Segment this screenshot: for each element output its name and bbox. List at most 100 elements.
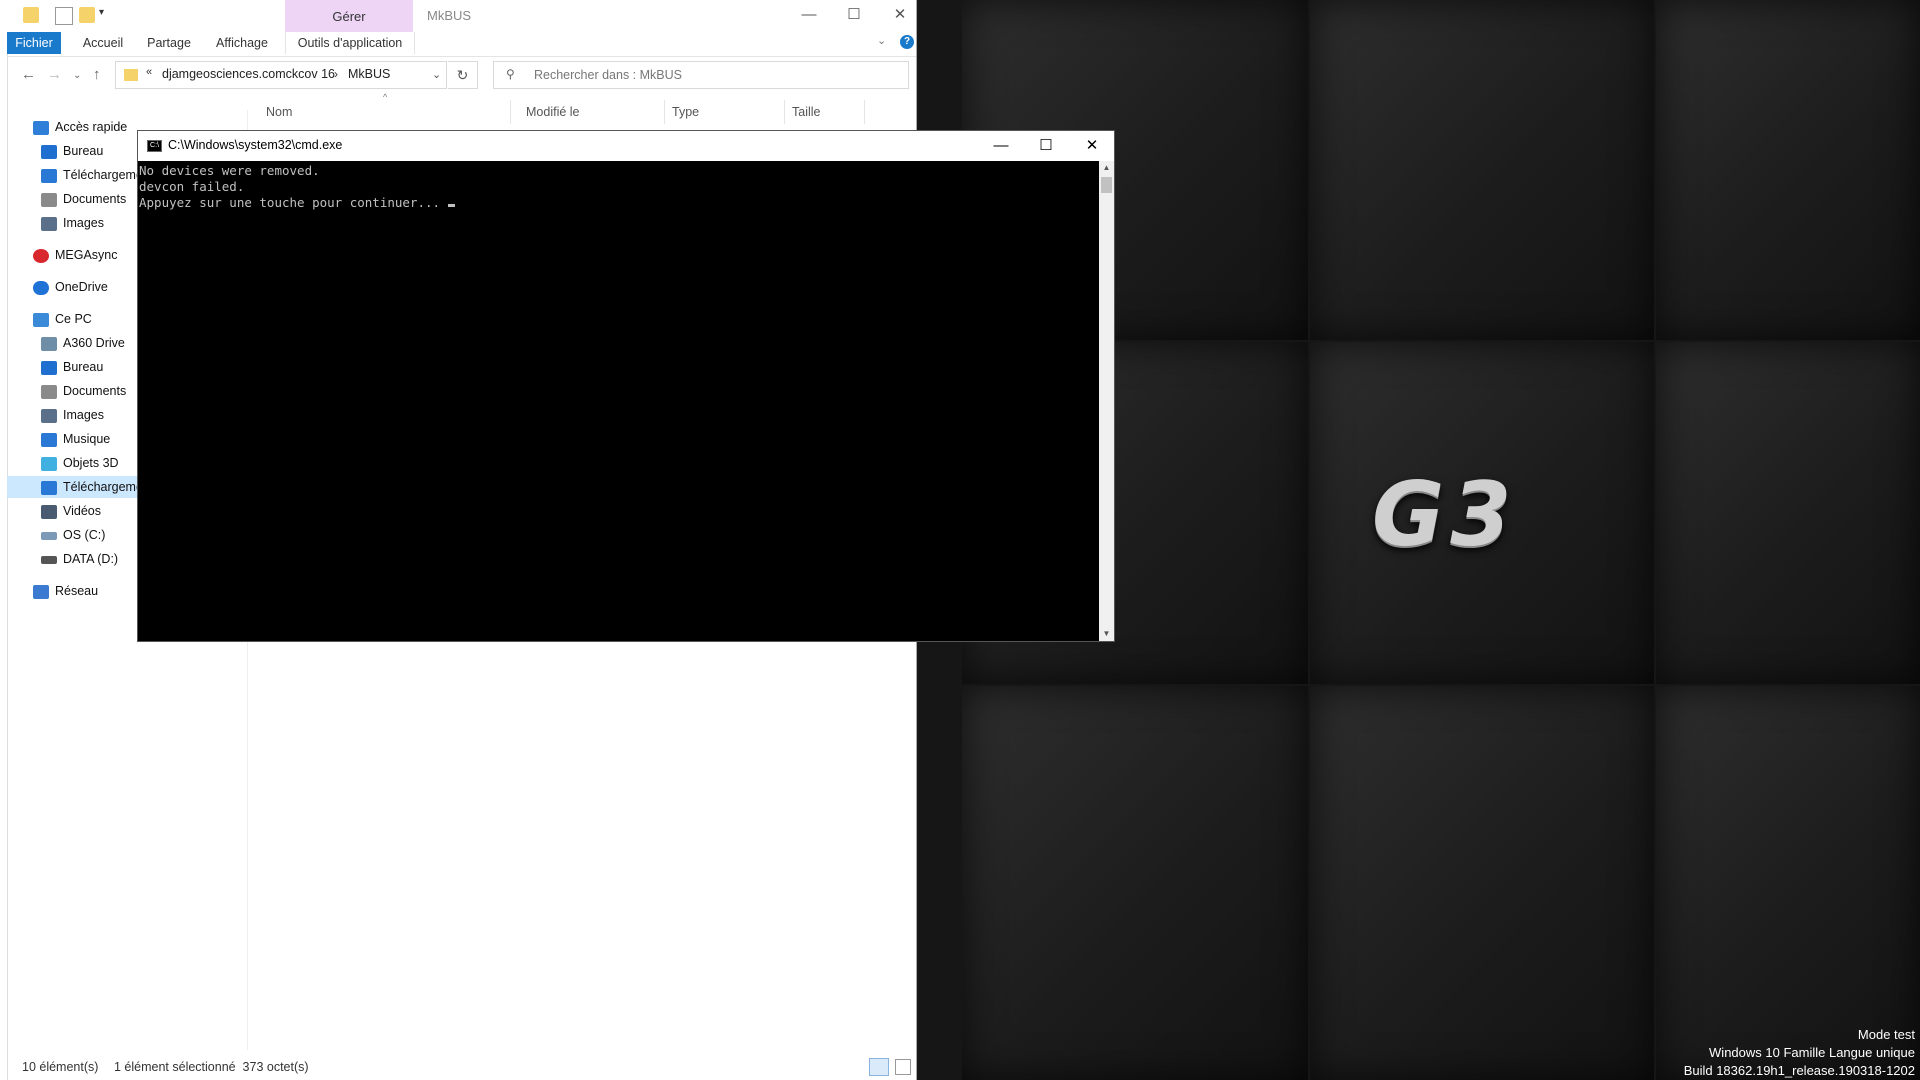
search-icon: ⚲ — [506, 67, 515, 81]
nav-item-acces-rapide[interactable]: Accès rapide — [33, 116, 127, 138]
cube-icon — [41, 456, 57, 471]
tab-partage[interactable]: Partage — [141, 32, 197, 54]
cmd-titlebar[interactable]: C:\ C:\Windows\system32\cmd.exe — ☐ ✕ — [138, 131, 1114, 161]
tab-affichage[interactable]: Affichage — [207, 32, 277, 54]
nav-item-onedrive[interactable]: OneDrive — [33, 276, 108, 298]
nav-item-data-d[interactable]: DATA (D:) — [41, 548, 118, 570]
nav-item-reseau[interactable]: Réseau — [33, 580, 98, 602]
back-arrow-icon[interactable]: ← — [21, 66, 36, 83]
nav-item-label: Téléchargements — [63, 480, 137, 494]
address-dropdown-icon[interactable]: ⌄ — [432, 68, 441, 81]
maximize-button[interactable]: ☐ — [1023, 131, 1069, 161]
details-view-icon[interactable] — [869, 1058, 889, 1076]
column-divider[interactable] — [784, 100, 785, 124]
breadcrumb-item[interactable]: djamgeosciences.comckcov 16 — [162, 67, 335, 81]
nav-item-images[interactable]: Images — [41, 212, 104, 234]
drive-icon — [41, 336, 57, 351]
wallpaper-tile — [1310, 0, 1654, 340]
console-line: devcon failed. — [139, 179, 245, 194]
nav-item-label: Musique — [63, 432, 111, 446]
up-arrow-icon[interactable]: ↑ — [93, 66, 101, 83]
recent-locations-chevron-icon[interactable]: ⌄ — [73, 70, 81, 81]
column-headers: ^ Nom Modifié le Type Taille — [248, 92, 916, 124]
nav-item-videos[interactable]: Vidéos — [41, 500, 101, 522]
nav-item-label: Images — [63, 216, 104, 230]
column-header-type[interactable]: Type — [672, 105, 699, 119]
refresh-icon[interactable]: ↻ — [448, 61, 478, 89]
wallpaper-tile — [1656, 0, 1920, 340]
nav-item-objets-3d[interactable]: Objets 3D — [41, 452, 119, 474]
nav-item-label: MEGAsync — [55, 248, 118, 262]
nav-item-os-c[interactable]: OS (C:) — [41, 524, 105, 546]
search-input[interactable]: ⚲ Rechercher dans : MkBUS — [493, 61, 909, 89]
scrollbar-thumb[interactable] — [1101, 177, 1112, 193]
document-icon — [41, 384, 57, 399]
nav-item-a360-drive[interactable]: A360 Drive — [41, 332, 125, 354]
nav-item-telechargements-selected[interactable]: Téléchargements — [7, 476, 137, 498]
console-prompt-line: Appuyez sur une touche pour continuer... — [139, 195, 1098, 211]
watermark-line: Mode test — [1857, 1027, 1915, 1042]
column-divider[interactable] — [864, 100, 865, 124]
maximize-button[interactable]: ☐ — [831, 0, 877, 30]
close-button[interactable]: ✕ — [877, 0, 923, 30]
contextual-tab-group-gerer: Gérer — [285, 0, 413, 32]
console-output[interactable]: No devices were removed. devcon failed. … — [138, 161, 1099, 641]
nav-item-ce-pc[interactable]: Ce PC — [33, 308, 92, 330]
close-button[interactable]: ✕ — [1069, 131, 1115, 161]
tab-fichier[interactable]: Fichier — [7, 32, 61, 54]
new-folder-icon[interactable] — [79, 7, 95, 23]
download-icon — [41, 168, 57, 183]
nav-item-bureau[interactable]: Bureau — [41, 140, 103, 162]
desktop-icon — [41, 360, 57, 375]
nav-item-label: A360 Drive — [63, 336, 125, 350]
image-icon — [41, 216, 57, 231]
nav-item-label: Bureau — [63, 144, 104, 158]
forward-arrow-icon[interactable]: → — [47, 66, 62, 83]
cloud-icon — [33, 280, 49, 295]
breadcrumb-separator[interactable]: › — [334, 67, 338, 81]
column-header-modifie[interactable]: Modifié le — [526, 105, 580, 119]
tab-accueil[interactable]: Accueil — [71, 32, 135, 54]
nav-item-musique[interactable]: Musique — [41, 428, 110, 450]
nav-item-documents[interactable]: Documents — [41, 380, 126, 402]
watermark-line: Windows 10 Famille Langue unique — [1709, 1045, 1915, 1060]
large-icons-view-icon[interactable] — [895, 1059, 911, 1075]
status-selection: 1 élément sélectionné 373 octet(s) — [114, 1060, 309, 1074]
nav-item-images[interactable]: Images — [41, 404, 104, 426]
column-divider[interactable] — [664, 100, 665, 124]
minimize-button[interactable]: — — [786, 0, 832, 30]
breadcrumb-item[interactable]: MkBUS — [348, 67, 390, 81]
nav-item-label: Bureau — [63, 360, 104, 374]
nav-item-bureau[interactable]: Bureau — [41, 356, 103, 378]
nav-item-documents[interactable]: Documents — [41, 188, 126, 210]
help-icon[interactable]: ? — [900, 35, 914, 49]
quick-access-toolbar-dropdown-icon[interactable]: ▾ — [99, 7, 111, 23]
desktop-icon — [41, 144, 57, 159]
star-icon — [33, 120, 49, 135]
tab-outils-application[interactable]: Outils d'application — [285, 32, 415, 54]
expand-ribbon-icon[interactable]: ⌄ — [877, 34, 886, 47]
minimize-button[interactable]: — — [978, 131, 1024, 161]
status-item-count: 10 élément(s) — [22, 1060, 99, 1074]
vertical-scrollbar[interactable]: ▲ ▼ — [1099, 161, 1114, 641]
window-title: MkBUS — [427, 8, 472, 23]
nav-item-label: Accès rapide — [55, 120, 128, 134]
explorer-titlebar[interactable]: ▾ Gérer MkBUS — ☐ ✕ — [7, 0, 916, 32]
disk-icon — [41, 555, 57, 564]
nav-item-megasync[interactable]: MEGAsync — [33, 244, 118, 266]
nav-item-telechargements[interactable]: Téléchargements — [41, 164, 145, 186]
address-bar[interactable]: « djamgeosciences.comckcov 16 › MkBUS ⌄ — [115, 61, 447, 89]
nav-item-label: OneDrive — [55, 280, 108, 294]
scroll-down-icon[interactable]: ▼ — [1099, 627, 1114, 641]
breadcrumb-overflow[interactable]: « — [146, 66, 152, 78]
scroll-up-icon[interactable]: ▲ — [1099, 161, 1114, 175]
video-icon — [41, 504, 57, 519]
navigation-bar: ← → ⌄ ↑ « djamgeosciences.comckcov 16 › … — [7, 57, 916, 93]
column-header-taille[interactable]: Taille — [792, 105, 821, 119]
cmd-window-title: C:\Windows\system32\cmd.exe — [168, 138, 343, 152]
column-header-nom[interactable]: Nom — [266, 105, 292, 119]
sort-ascending-icon: ^ — [383, 92, 388, 102]
properties-icon[interactable] — [55, 7, 73, 25]
column-divider[interactable] — [510, 100, 511, 124]
nav-item-label: Téléchargements — [63, 168, 145, 182]
